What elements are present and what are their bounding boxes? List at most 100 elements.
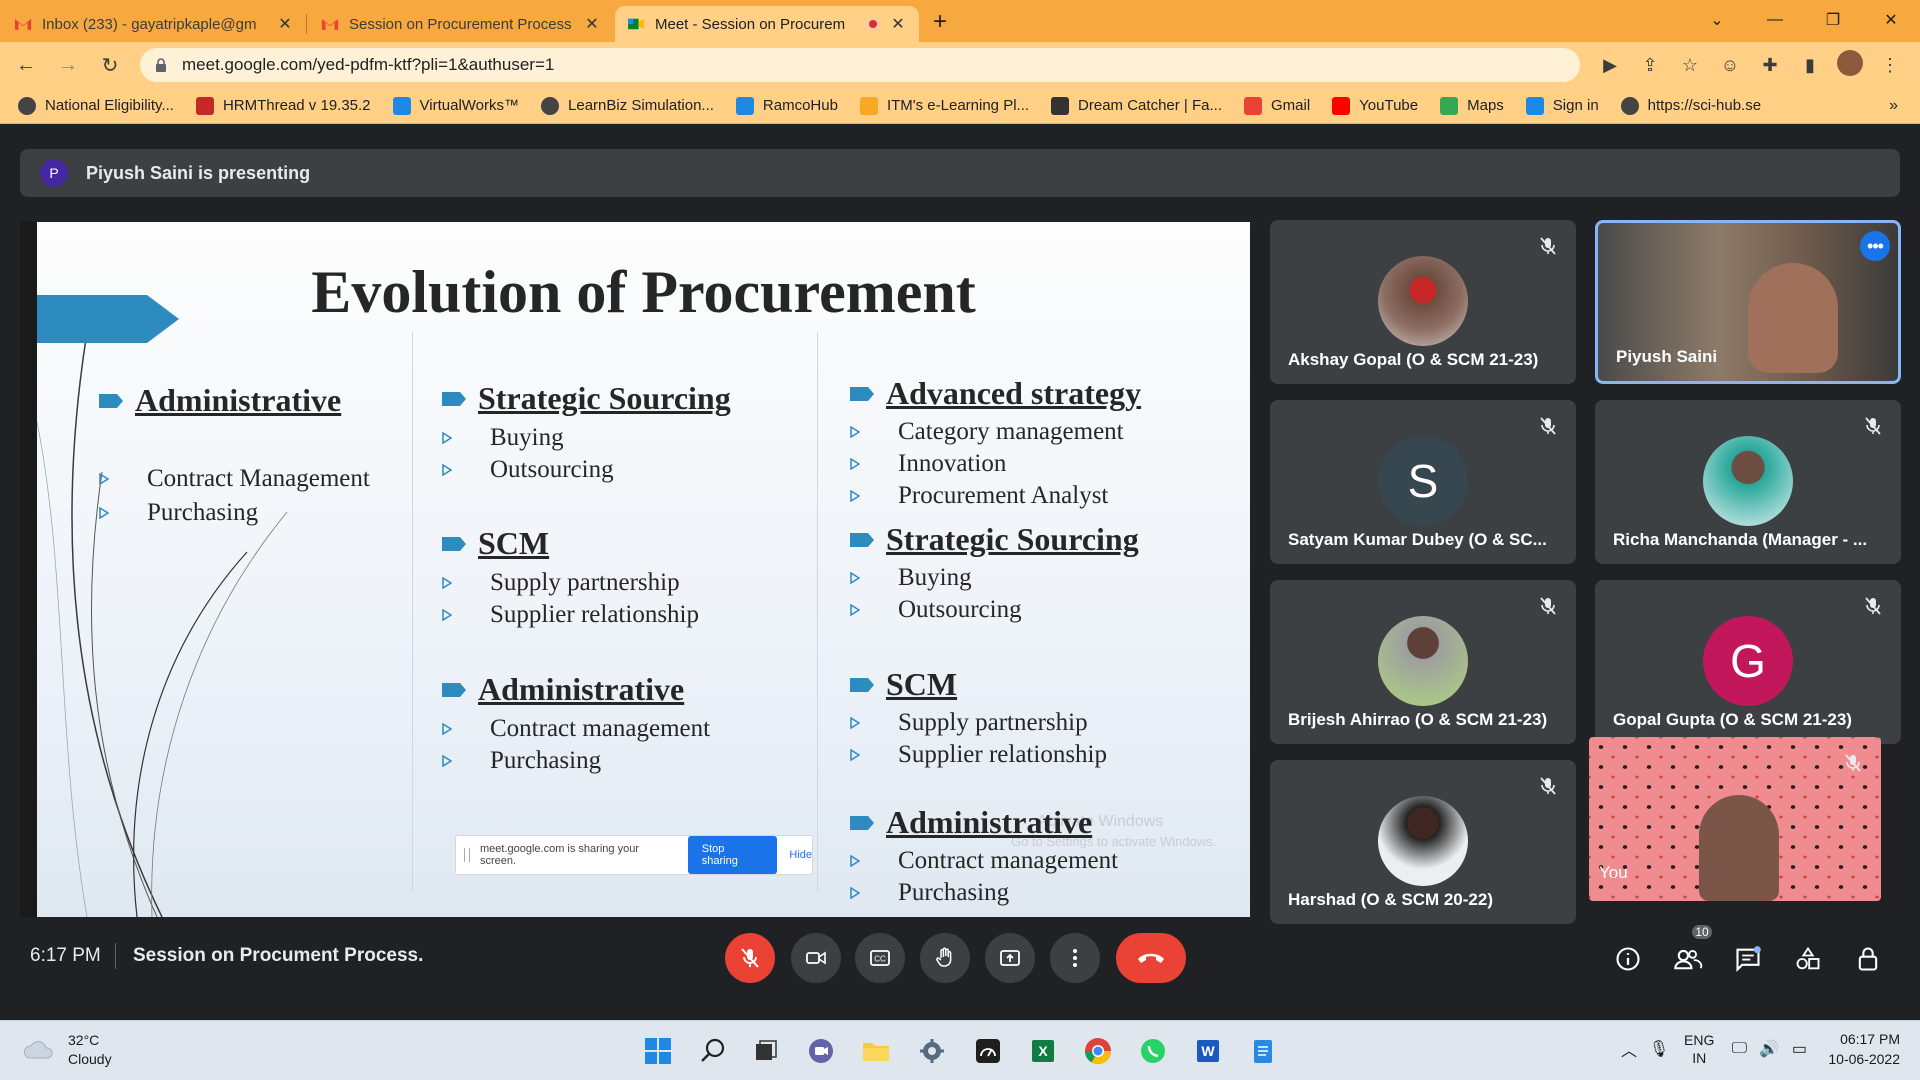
participant-name: Akshay Gopal (O & SCM 21-23) bbox=[1288, 350, 1539, 369]
task-view-button[interactable] bbox=[748, 1033, 784, 1069]
section-heading-text: SCM bbox=[478, 525, 550, 561]
bookmark-item[interactable]: YouTube bbox=[1332, 96, 1419, 115]
chrome-button[interactable] bbox=[1080, 1033, 1116, 1069]
people-button[interactable] bbox=[1668, 939, 1708, 979]
bookmark-item[interactable]: https://sci-hub.se bbox=[1620, 96, 1761, 115]
participant-name: Piyush Saini bbox=[1616, 347, 1718, 366]
tab-procurement-process[interactable]: Session on Procurement Process ✕ bbox=[309, 6, 613, 42]
participant-tile[interactable]: Harshad (O & SCM 20-22) bbox=[1270, 760, 1576, 924]
drag-handle[interactable] bbox=[464, 848, 470, 862]
gmail-icon bbox=[14, 19, 32, 30]
bookmark-label: YouTube bbox=[1359, 97, 1419, 114]
new-tab-button[interactable]: + bbox=[933, 8, 947, 36]
mic-toggle-button[interactable] bbox=[725, 933, 775, 983]
list-item-text: Supply partnership bbox=[898, 709, 1088, 736]
extension-icon[interactable]: ☺ bbox=[1710, 55, 1750, 76]
item-bullet-icon bbox=[850, 458, 860, 470]
notepad-button[interactable] bbox=[1245, 1033, 1281, 1069]
close-tab-icon[interactable]: ✕ bbox=[583, 14, 601, 34]
list-item-text: Innovation bbox=[898, 450, 1007, 477]
more-options-button[interactable] bbox=[1050, 933, 1100, 983]
bookmark-item[interactable]: Maps bbox=[1440, 96, 1504, 115]
side-panel-icon[interactable]: ▮ bbox=[1790, 55, 1830, 76]
bookmark-item[interactable]: VirtualWorks™ bbox=[392, 96, 519, 115]
captions-button[interactable]: CC bbox=[855, 933, 905, 983]
tab-gmail-inbox[interactable]: Inbox (233) - gayatripkaple@gm ✕ bbox=[2, 6, 306, 42]
microphone-tray-icon[interactable]: 🎙 bbox=[1644, 1039, 1674, 1059]
forward-icon[interactable]: → bbox=[52, 54, 84, 77]
tab-search-icon[interactable]: ⌄ bbox=[1688, 10, 1746, 30]
shared-screen: Evolution of Procurement meet.google.com… bbox=[20, 222, 1250, 917]
settings-button[interactable] bbox=[914, 1033, 950, 1069]
reload-icon[interactable]: ↻ bbox=[94, 53, 126, 78]
close-window-icon[interactable]: ✕ bbox=[1862, 10, 1920, 30]
bookmark-item[interactable]: ITM's e-Learning Pl... bbox=[859, 96, 1029, 115]
minimize-icon[interactable]: — bbox=[1746, 11, 1804, 29]
meet-stage: P Piyush Saini is presenting Evolution o… bbox=[0, 125, 1920, 1020]
volume-icon[interactable]: 🔊 bbox=[1754, 1039, 1784, 1059]
participant-tile[interactable]: Brijesh Ahirrao (O & SCM 21-23) bbox=[1270, 580, 1576, 744]
tray-clock[interactable]: 06:17 PM 10-06-2022 bbox=[1828, 1029, 1900, 1069]
bookmark-item[interactable]: Sign in bbox=[1525, 96, 1599, 115]
bookmark-item[interactable]: National Eligibility... bbox=[18, 96, 174, 115]
tab-strip: Inbox (233) - gayatripkaple@gm ✕ Session… bbox=[0, 0, 1920, 42]
meeting-controls: 6:17 PM Session on Procument Process. CC bbox=[0, 913, 1920, 1005]
participant-tile[interactable]: ••• Piyush Saini bbox=[1595, 220, 1901, 384]
teams-chat-button[interactable] bbox=[803, 1033, 839, 1069]
hide-notice-link[interactable]: Hide bbox=[789, 849, 812, 861]
host-controls-button[interactable] bbox=[1848, 939, 1888, 979]
participant-tile[interactable]: Akshay Gopal (O & SCM 21-23) bbox=[1270, 220, 1576, 384]
bookmark-item[interactable]: Dream Catcher | Fa... bbox=[1051, 96, 1222, 115]
camera-in-use-icon[interactable]: ▶ bbox=[1590, 55, 1630, 76]
address-bar[interactable]: meet.google.com/yed-pdfm-ktf?pli=1&authu… bbox=[140, 48, 1580, 82]
windows-logo-icon bbox=[645, 1038, 671, 1064]
camera-toggle-button[interactable] bbox=[791, 933, 841, 983]
tab-title: Session on Procurement Process bbox=[349, 15, 572, 33]
share-icon[interactable]: ⇪ bbox=[1630, 55, 1670, 76]
presenting-text: Piyush Saini is presenting bbox=[86, 162, 311, 183]
activities-button[interactable] bbox=[1788, 939, 1828, 979]
network-icon[interactable]: 🖵 bbox=[1724, 1040, 1754, 1058]
profile-avatar[interactable] bbox=[1830, 49, 1870, 81]
close-tab-icon[interactable]: ✕ bbox=[276, 14, 294, 34]
search-button[interactable] bbox=[695, 1033, 731, 1069]
stop-sharing-button[interactable]: Stop sharing bbox=[687, 836, 778, 874]
slide-list-item: Supplier relationship bbox=[850, 741, 1107, 769]
whatsapp-button[interactable] bbox=[1135, 1033, 1171, 1069]
menu-kebab-icon[interactable]: ⋮ bbox=[1870, 55, 1910, 76]
bookmark-favicon-icon bbox=[1051, 96, 1070, 115]
participant-tile[interactable]: You bbox=[1589, 737, 1881, 901]
participant-tile[interactable]: Richa Manchanda (Manager - ... bbox=[1595, 400, 1901, 564]
bookmark-item[interactable]: RamcoHub bbox=[735, 96, 838, 115]
restore-icon[interactable]: ❐ bbox=[1804, 10, 1862, 30]
bookmarks-more-button[interactable]: » bbox=[1889, 97, 1898, 115]
file-explorer-button[interactable] bbox=[858, 1033, 894, 1069]
bookmark-item[interactable]: LearnBiz Simulation... bbox=[541, 96, 714, 115]
performance-app-button[interactable] bbox=[970, 1033, 1006, 1069]
tab-meet[interactable]: Meet - Session on Procurem ✕ bbox=[615, 6, 919, 42]
bookmark-item[interactable]: HRMThread v 19.35.2 bbox=[195, 96, 371, 115]
tray-chevron-icon[interactable]: ︿ bbox=[1614, 1037, 1644, 1061]
word-button[interactable]: W bbox=[1190, 1033, 1226, 1069]
tile-options-button[interactable]: ••• bbox=[1860, 231, 1890, 261]
puzzle-icon[interactable]: ✚ bbox=[1750, 55, 1790, 76]
start-button[interactable] bbox=[640, 1033, 676, 1069]
battery-icon[interactable]: ▭ bbox=[1784, 1039, 1814, 1059]
leave-call-button[interactable] bbox=[1116, 933, 1186, 983]
present-screen-button[interactable] bbox=[985, 933, 1035, 983]
excel-button[interactable]: X bbox=[1025, 1033, 1061, 1069]
participant-name: You bbox=[1599, 863, 1628, 882]
raise-hand-button[interactable] bbox=[920, 933, 970, 983]
bookmark-item[interactable]: Gmail bbox=[1243, 96, 1310, 115]
input-language[interactable]: ENG IN bbox=[1684, 1031, 1714, 1067]
participant-tile[interactable]: S Satyam Kumar Dubey (O & SC... bbox=[1270, 400, 1576, 564]
list-item-text: Outsourcing bbox=[898, 596, 1022, 623]
chat-button[interactable] bbox=[1728, 939, 1768, 979]
back-icon[interactable]: ← bbox=[10, 54, 42, 77]
close-tab-icon[interactable]: ✕ bbox=[889, 14, 907, 34]
weather-widget[interactable]: 32°C Cloudy bbox=[22, 1031, 112, 1069]
meeting-details-button[interactable] bbox=[1608, 939, 1648, 979]
list-item-text: Supplier relationship bbox=[898, 741, 1107, 768]
participant-tile[interactable]: G Gopal Gupta (O & SCM 21-23) bbox=[1595, 580, 1901, 744]
bookmark-star-icon[interactable]: ☆ bbox=[1670, 55, 1710, 76]
